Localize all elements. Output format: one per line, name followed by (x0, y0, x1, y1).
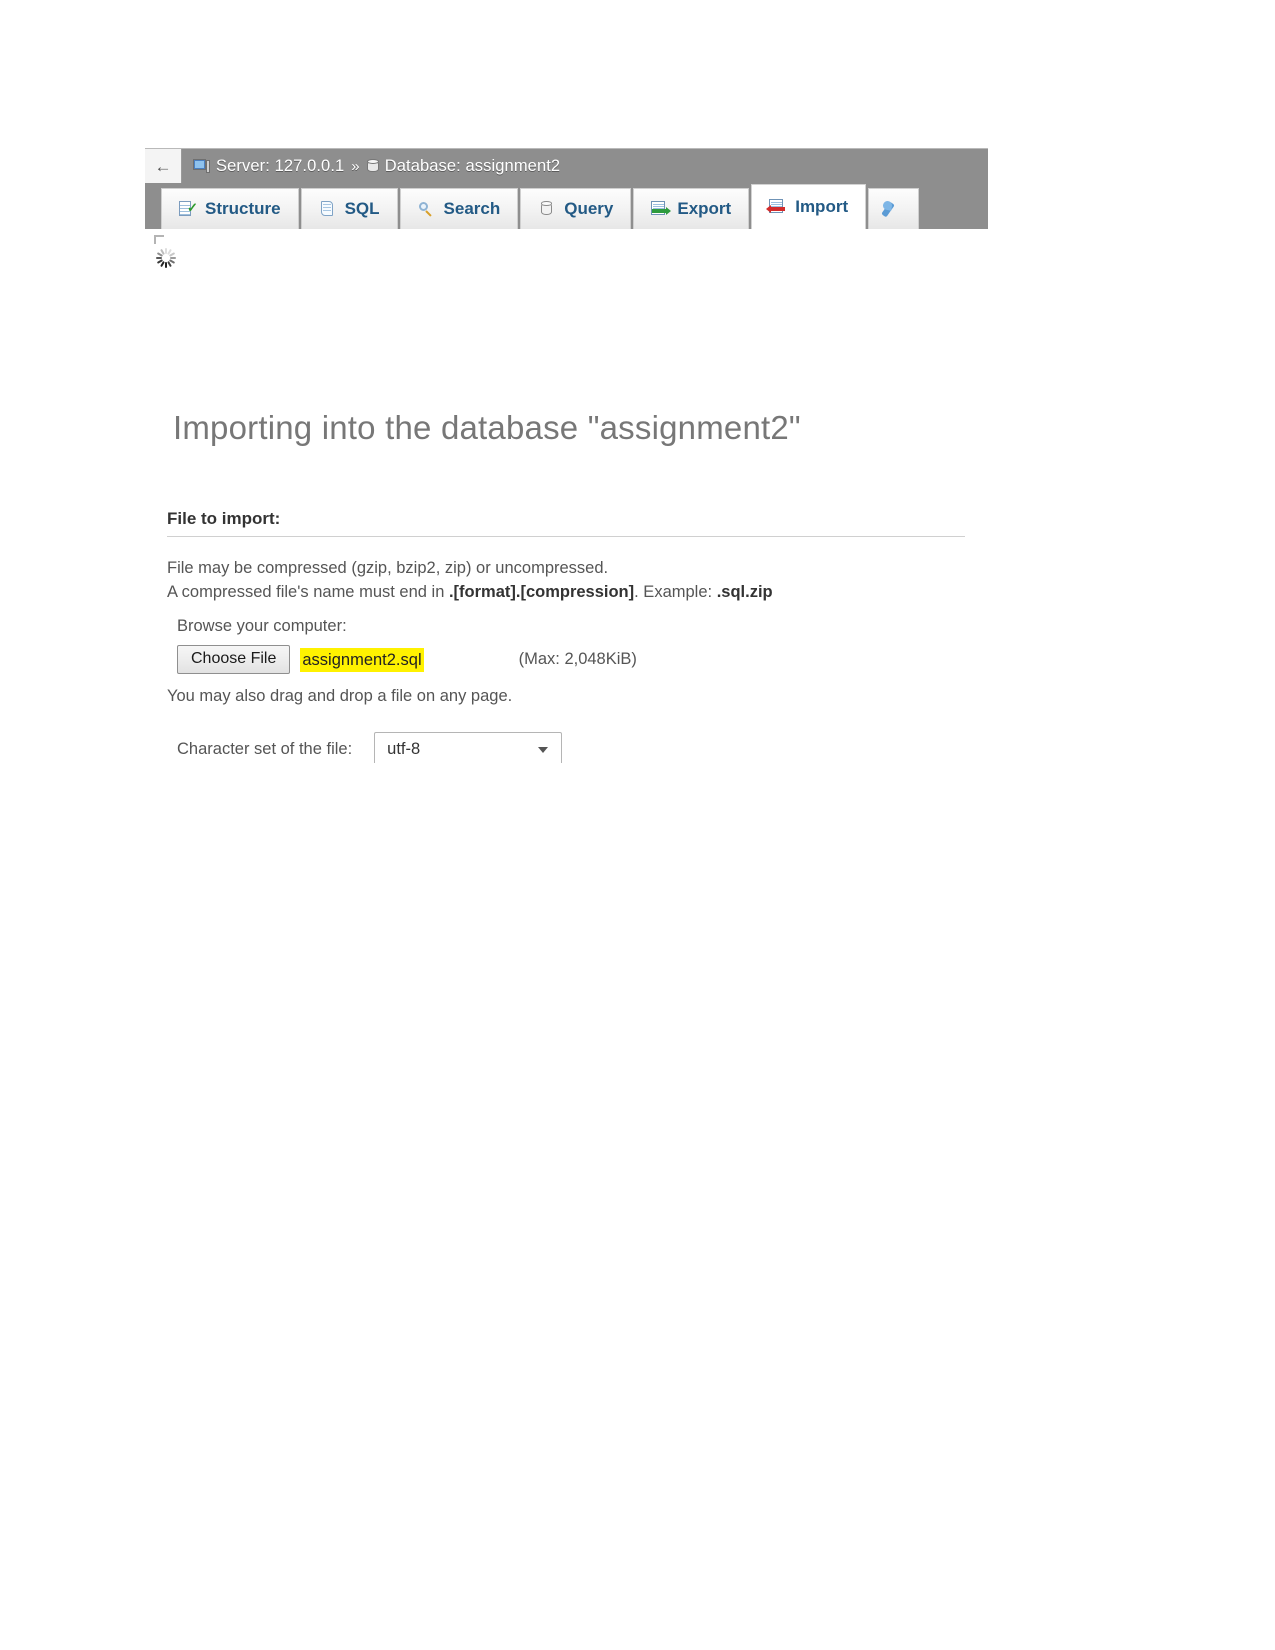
browse-your-computer-label: Browse your computer: (177, 617, 347, 635)
tab-search-label: Search (443, 199, 501, 218)
charset-label: Character set of the file: (177, 739, 353, 758)
wrench-icon (881, 199, 899, 218)
breadcrumb-database-label[interactable]: Database: assignment2 (385, 157, 560, 176)
tab-structure-label: Structure (205, 199, 281, 218)
chevron-down-icon (538, 747, 549, 753)
breadcrumb-bar: ← Server: 127.0.0.1 » Database: assignme… (145, 148, 988, 183)
tab-sql[interactable]: SQL (300, 188, 398, 229)
search-icon (418, 201, 435, 217)
max-file-size-note: (Max: 2,048KiB) (518, 650, 637, 668)
import-page-content: Importing into the database "assignment2… (145, 229, 988, 763)
loading-spinner-icon (155, 247, 177, 269)
compression-info-prefix: A compressed file's name must end in (167, 583, 449, 601)
tab-sql-label: SQL (344, 199, 380, 218)
tab-query-label: Query (564, 199, 614, 218)
structure-icon: ✓ (179, 201, 198, 217)
phpmyadmin-window: ← Server: 127.0.0.1 » Database: assignme… (145, 148, 988, 763)
tab-export[interactable]: Export (633, 188, 750, 229)
sql-icon (319, 201, 336, 217)
compression-info-line-2: A compressed file's name must end in .[f… (167, 580, 965, 604)
page-title: Importing into the database "assignment2… (173, 409, 801, 446)
tab-import-label: Import (795, 197, 849, 216)
tab-import[interactable]: Import (751, 184, 867, 229)
compression-format-token: .[format].[compression] (448, 583, 635, 601)
compression-info-middle: . Example: (634, 583, 717, 601)
choose-file-button[interactable]: Choose File (177, 645, 291, 674)
tab-operations[interactable] (868, 188, 920, 229)
export-icon (651, 201, 672, 217)
corner-mark (154, 235, 164, 244)
selected-file-name: assignment2.sql (300, 647, 424, 672)
drag-and-drop-note: You may also drag and drop a file on any… (167, 687, 513, 705)
compression-example-token: .sql.zip (716, 583, 773, 601)
file-input-row: Choose File assignment2.sql (Max: 2,048K… (177, 645, 965, 674)
file-to-import-legend: File to import: (167, 509, 281, 528)
breadcrumb-server-label[interactable]: Server: 127.0.0.1 (216, 157, 344, 176)
page-canvas: ← Server: 127.0.0.1 » Database: assignme… (0, 0, 1275, 1650)
tab-search[interactable]: Search (399, 188, 519, 229)
import-icon (766, 199, 786, 215)
legend-divider (167, 536, 965, 537)
charset-selected-value: utf-8 (387, 739, 421, 758)
charset-row: Character set of the file: utf-8 (177, 732, 965, 763)
charset-select[interactable]: utf-8 (374, 732, 563, 763)
tab-query[interactable]: Query (520, 188, 632, 229)
database-icon (366, 158, 379, 174)
tab-bar: ✓ Structure SQL Search Query Export Impo… (145, 183, 988, 229)
breadcrumb: Server: 127.0.0.1 » Database: assignment… (182, 149, 560, 183)
tab-export-label: Export (677, 199, 732, 218)
file-to-import-fieldset: File to import: File may be compressed (… (167, 509, 965, 763)
tab-structure[interactable]: ✓ Structure (161, 188, 299, 229)
back-arrow-icon[interactable]: ← (145, 149, 182, 183)
breadcrumb-separator: » (351, 157, 360, 175)
server-icon (193, 158, 210, 174)
compression-info-line-1: File may be compressed (gzip, bzip2, zip… (167, 559, 609, 577)
query-icon (538, 201, 555, 217)
